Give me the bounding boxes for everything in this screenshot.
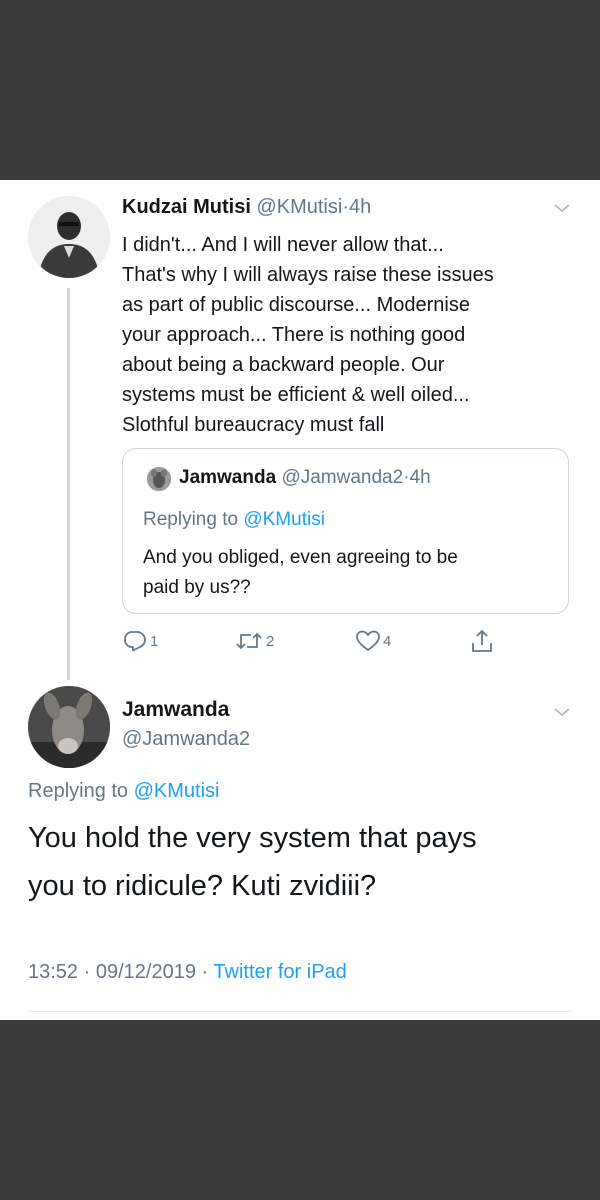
jamwanda-avatar[interactable]	[28, 686, 110, 768]
reply-icon	[124, 631, 146, 652]
quoted-tweet[interactable]: Jamwanda @Jamwanda2·4h Replying to @KMut…	[122, 448, 569, 614]
reply-button[interactable]: 1	[122, 628, 158, 654]
quoted-author-name: Jamwanda	[179, 467, 277, 488]
replying-prefix: Replying to	[143, 509, 244, 530]
like-button[interactable]: 4	[355, 628, 391, 654]
chevron-down-icon[interactable]	[553, 202, 571, 214]
retweet-icon	[236, 632, 262, 650]
tweet-meta: 13:52 · 09/12/2019 · Twitter for iPad	[28, 961, 347, 984]
quoted-avatar	[147, 467, 171, 491]
separator: ·	[83, 961, 91, 983]
main-tweet-header: Kudzai Mutisi @KMutisi·4h	[122, 196, 371, 219]
body-line: systems must be efficient & well oiled..…	[122, 384, 470, 406]
tweet-source[interactable]: Twitter for iPad	[213, 961, 346, 983]
like-count: 4	[383, 632, 392, 650]
quoted-replying-to: Replying to @KMutisi	[143, 509, 325, 531]
thread-line	[67, 288, 70, 680]
heart-icon	[356, 630, 380, 651]
body-line: You hold the very system that pays	[28, 822, 477, 854]
body-line: That's why I will always raise these iss…	[122, 264, 494, 286]
body-line: Slothful bureaucracy must fall	[122, 414, 385, 436]
separator: ·	[342, 196, 349, 218]
body-line: about being a backward people. Our	[122, 354, 445, 376]
retweet-button[interactable]: 2	[234, 628, 274, 654]
reply-author-name[interactable]: Jamwanda	[122, 698, 229, 722]
body-line: I didn't... And I will never allow that.…	[122, 234, 444, 256]
divider	[28, 1011, 572, 1012]
tweet-time[interactable]: 4h	[349, 196, 371, 218]
quoted-time: 4h	[409, 467, 431, 488]
quoted-body: And you obliged, even agreeing to be pai…	[143, 543, 553, 603]
tweet-date[interactable]: 09/12/2019	[96, 961, 196, 983]
retweet-count: 2	[266, 632, 275, 650]
body-line: your approach... There is nothing good	[122, 324, 466, 346]
share-icon	[472, 629, 492, 652]
quoted-header: Jamwanda @Jamwanda2·4h	[179, 467, 431, 489]
reply-author-handle[interactable]: @Jamwanda2	[122, 728, 250, 751]
body-line: And you obliged, even agreeing to be	[143, 547, 458, 568]
reply-replying-to: Replying to @KMutisi	[28, 780, 220, 803]
body-line: paid by us??	[143, 577, 251, 598]
replying-prefix: Replying to	[28, 780, 134, 802]
reply-count: 1	[150, 632, 159, 650]
author-handle[interactable]: @KMutisi	[256, 196, 342, 218]
main-tweet-body: I didn't... And I will never allow that.…	[122, 230, 572, 440]
replying-handle[interactable]: @KMutisi	[243, 509, 325, 530]
replying-handle[interactable]: @KMutisi	[134, 780, 220, 802]
kudzai-avatar[interactable]	[28, 196, 110, 278]
reply-tweet-body: You hold the very system that pays you t…	[28, 814, 568, 910]
top-dark-band	[0, 0, 600, 180]
bottom-dark-band	[0, 1020, 600, 1200]
quoted-author-handle: @Jamwanda2	[281, 467, 404, 488]
chevron-down-icon[interactable]	[553, 706, 571, 718]
separator: ·	[201, 961, 209, 983]
share-button[interactable]	[470, 628, 494, 654]
author-name[interactable]: Kudzai Mutisi	[122, 196, 251, 218]
body-line: you to ridicule? Kuti zvidiii?	[28, 870, 377, 902]
body-line: as part of public discourse... Modernise	[122, 294, 470, 316]
tweet-time[interactable]: 13:52	[28, 961, 78, 983]
